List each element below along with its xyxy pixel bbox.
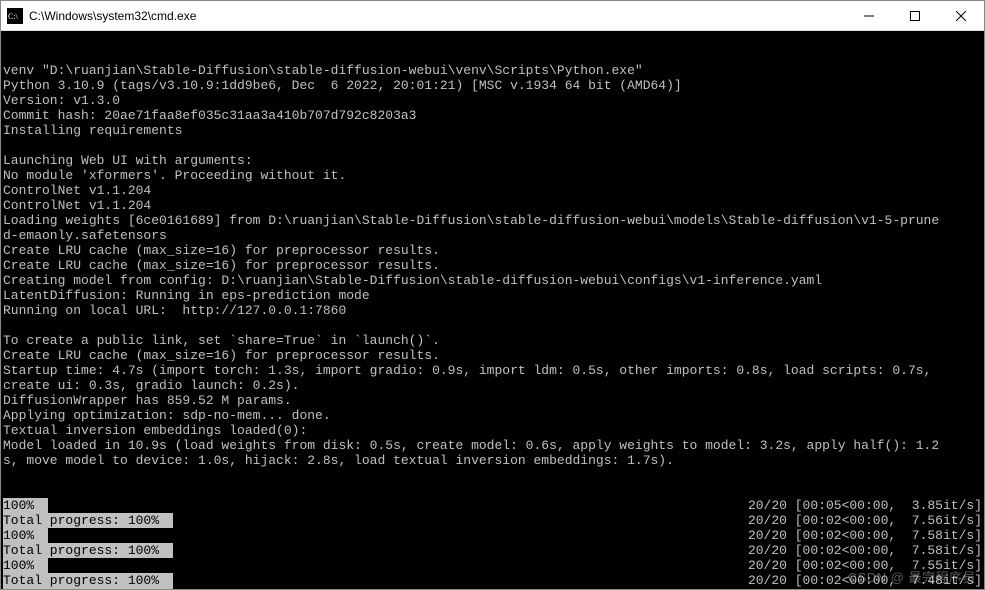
- terminal-line: Installing requirements: [3, 123, 982, 138]
- terminal-output[interactable]: venv "D:\ruanjian\Stable-Diffusion\stabl…: [1, 31, 984, 589]
- cmd-icon: C:\: [7, 8, 23, 24]
- terminal-line: ControlNet v1.1.204: [3, 198, 982, 213]
- progress-stats: 20/20 [00:02<00:00, 7.58it/s]: [744, 543, 982, 558]
- progress-bar: [159, 573, 173, 588]
- progress-bar: [159, 588, 173, 589]
- progress-stats: 20/20 [00:02<00:00, 7.56it/s]: [744, 513, 982, 528]
- minimize-button[interactable]: [846, 1, 892, 30]
- progress-label: 100%: [3, 498, 34, 513]
- progress-label: Total progress: 100%: [3, 588, 159, 589]
- terminal-line: Startup time: 4.7s (import torch: 1.3s, …: [3, 363, 982, 378]
- progress-label: 100%: [3, 558, 34, 573]
- maximize-button[interactable]: [892, 1, 938, 30]
- progress-row: Total progress: 100% 20/20 [00:02<00:00,…: [3, 588, 982, 589]
- terminal-line: s, move model to device: 1.0s, hijack: 2…: [3, 453, 982, 468]
- progress-row: Total progress: 100% 20/20 [00:02<00:00,…: [3, 513, 982, 528]
- progress-bar: [159, 543, 173, 558]
- progress-stats: 20/20 [00:05<00:00, 3.85it/s]: [744, 498, 982, 513]
- cmd-window: C:\ C:\Windows\system32\cmd.exe venv "D:…: [0, 0, 985, 590]
- terminal-line: Version: v1.3.0: [3, 93, 982, 108]
- terminal-line: Python 3.10.9 (tags/v3.10.9:1dd9be6, Dec…: [3, 78, 982, 93]
- terminal-line: ControlNet v1.1.204: [3, 183, 982, 198]
- titlebar[interactable]: C:\ C:\Windows\system32\cmd.exe: [1, 1, 984, 31]
- terminal-line: Model loaded in 10.9s (load weights from…: [3, 438, 982, 453]
- progress-gap: [48, 498, 744, 513]
- terminal-line: [3, 138, 982, 153]
- terminal-line: Commit hash: 20ae71faa8ef035c31aa3a410b7…: [3, 108, 982, 123]
- watermark: CSDN @ 最完程序员: [848, 570, 976, 585]
- svg-text:C:\: C:\: [8, 12, 19, 21]
- progress-bar: [34, 498, 48, 513]
- terminal-line: Launching Web UI with arguments:: [3, 153, 982, 168]
- terminal-line: create ui: 0.3s, gradio launch: 0.2s).: [3, 378, 982, 393]
- progress-bar: [159, 513, 173, 528]
- progress-row: Total progress: 100% 20/20 [00:02<00:00,…: [3, 573, 982, 588]
- progress-row: 100% 20/20 [00:02<00:00, 7.55it/s]: [3, 558, 982, 573]
- terminal-line: To create a public link, set `share=True…: [3, 333, 982, 348]
- window-controls: [846, 1, 984, 30]
- progress-gap: [173, 573, 744, 588]
- progress-gap: [173, 543, 744, 558]
- terminal-line: Running on local URL: http://127.0.0.1:7…: [3, 303, 982, 318]
- terminal-line: d-emaonly.safetensors: [3, 228, 982, 243]
- terminal-line: Creating model from config: D:\ruanjian\…: [3, 273, 982, 288]
- progress-row: 100% 20/20 [00:02<00:00, 7.58it/s]: [3, 528, 982, 543]
- progress-bar: [34, 558, 48, 573]
- terminal-line: Create LRU cache (max_size=16) for prepr…: [3, 243, 982, 258]
- terminal-line: Create LRU cache (max_size=16) for prepr…: [3, 348, 982, 363]
- progress-label: Total progress: 100%: [3, 513, 159, 528]
- progress-label: Total progress: 100%: [3, 573, 159, 588]
- terminal-line: Create LRU cache (max_size=16) for prepr…: [3, 258, 982, 273]
- progress-stats: 20/20 [00:02<00:00, 7.58it/s]: [744, 588, 982, 589]
- window-title: C:\Windows\system32\cmd.exe: [29, 9, 196, 23]
- progress-row: Total progress: 100% 20/20 [00:02<00:00,…: [3, 543, 982, 558]
- close-button[interactable]: [938, 1, 984, 30]
- progress-stats: 20/20 [00:02<00:00, 7.58it/s]: [744, 528, 982, 543]
- progress-row: 100% 20/20 [00:05<00:00, 3.85it/s]: [3, 498, 982, 513]
- progress-gap: [173, 513, 744, 528]
- terminal-line: venv "D:\ruanjian\Stable-Diffusion\stabl…: [3, 63, 982, 78]
- terminal-line: No module 'xformers'. Proceeding without…: [3, 168, 982, 183]
- terminal-line: Applying optimization: sdp-no-mem... don…: [3, 408, 982, 423]
- terminal-line: DiffusionWrapper has 859.52 M params.: [3, 393, 982, 408]
- progress-gap: [48, 528, 744, 543]
- terminal-line: Loading weights [6ce0161689] from D:\rua…: [3, 213, 982, 228]
- terminal-line: [3, 318, 982, 333]
- progress-label: 100%: [3, 528, 34, 543]
- terminal-line: LatentDiffusion: Running in eps-predicti…: [3, 288, 982, 303]
- progress-gap: [173, 588, 744, 589]
- progress-label: Total progress: 100%: [3, 543, 159, 558]
- terminal-line: Textual inversion embeddings loaded(0):: [3, 423, 982, 438]
- progress-bar: [34, 528, 48, 543]
- progress-gap: [48, 558, 744, 573]
